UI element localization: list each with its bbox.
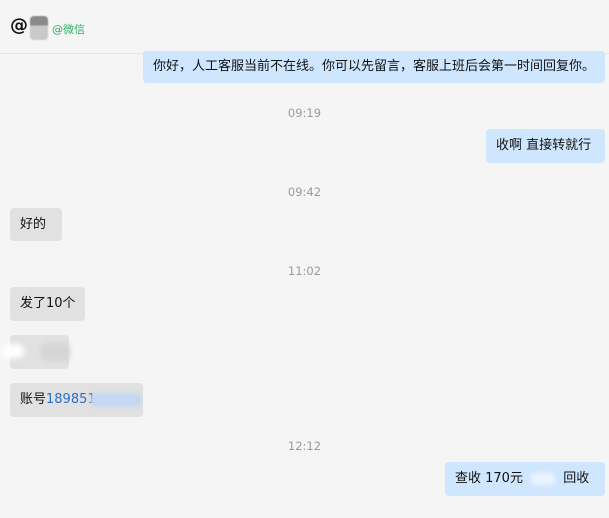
message-bubble-incoming[interactable]: 发了10个	[10, 287, 85, 321]
account-label: 账号	[20, 392, 47, 407]
timestamp: 12:12	[287, 439, 322, 453]
redacted-account-digits	[90, 393, 142, 407]
message-bubble-incoming[interactable]: 好的	[10, 208, 62, 241]
message-bubble-outgoing[interactable]: 收啊 直接转就行	[486, 129, 605, 163]
message-bubble-auto-reply[interactable]: 你好，人工客服当前不在线。你可以先留言，客服上班后会第一时间回复你。	[143, 51, 605, 83]
message-text: 好的	[20, 217, 47, 232]
redacted-amount-detail	[530, 472, 557, 485]
wechat-source-tag: @微信	[52, 23, 85, 36]
chat-header: @ @微信	[0, 0, 609, 54]
chat-title-at: @	[10, 15, 28, 36]
message-text: 收啊 直接转就行	[496, 138, 592, 153]
message-text: 发了10个	[20, 296, 76, 311]
message-text-part1: 查收 170元	[455, 471, 523, 486]
message-text-part2: 回收	[563, 471, 590, 486]
message-text: 你好，人工客服当前不在线。你可以先留言，客服上班后会第一时间回复你。	[153, 59, 596, 74]
redacted-content	[2, 344, 24, 358]
timestamp: 09:42	[287, 185, 322, 199]
timestamp: 09:19	[287, 106, 322, 120]
message-bubble-outgoing[interactable]: 查收 170元 回收	[445, 462, 605, 496]
timestamp: 11:02	[287, 264, 322, 278]
contact-avatar[interactable]	[30, 16, 48, 40]
account-number-link[interactable]: 189851	[46, 392, 96, 407]
message-bubble-account[interactable]: 账号189851	[10, 383, 143, 417]
redacted-content-2	[40, 343, 70, 361]
message-bubble-redacted[interactable]	[2, 335, 70, 369]
